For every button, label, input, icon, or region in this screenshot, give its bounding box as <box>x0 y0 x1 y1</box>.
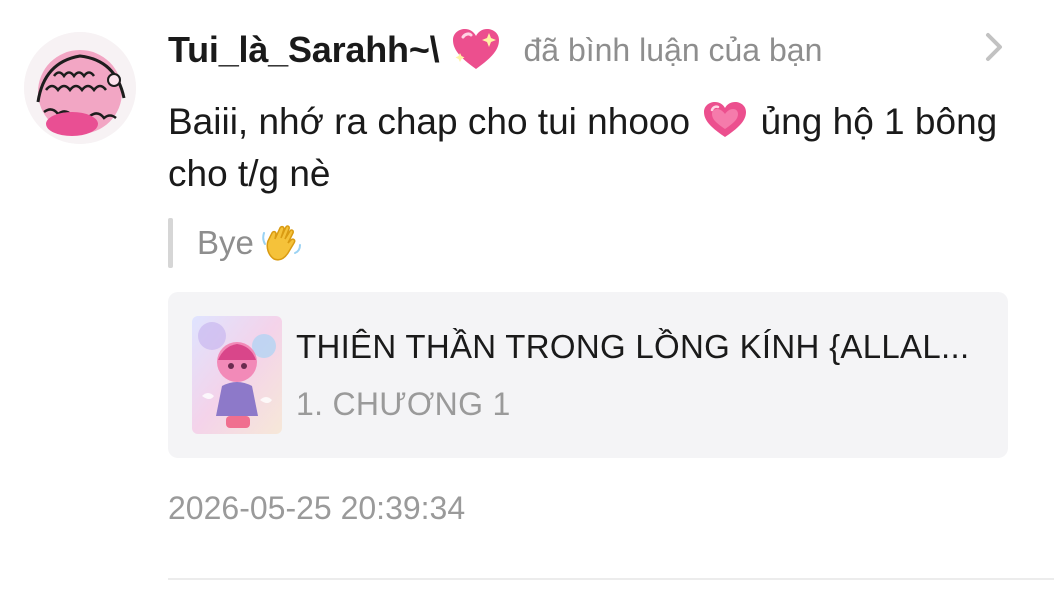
timestamp: 2026-05-25 20:39:34 <box>168 490 466 526</box>
divider <box>168 578 1054 580</box>
sparkling-heart-icon <box>451 27 501 73</box>
action-text: đã bình luận của bạn <box>523 31 823 68</box>
chevron-right-icon[interactable] <box>980 30 1008 64</box>
quoted-comment: Bye <box>168 218 302 268</box>
quote-bar <box>168 218 173 268</box>
notification-header: Tui_là_Sarahh~\ đã bình luận của bạn <box>168 22 822 78</box>
comment-text: Baiii, nhớ ra chap cho tui nhooo ủng hộ … <box>168 96 998 200</box>
growing-heart-icon <box>702 100 748 140</box>
story-card[interactable]: THIÊN THẦN TRONG LỒNG KÍNH {ALLAL... 1. … <box>168 292 1008 458</box>
story-title: THIÊN THẦN TRONG LỒNG KÍNH {ALLAL... <box>296 328 970 365</box>
username[interactable]: Tui_là_Sarahh~\ <box>168 29 440 71</box>
story-chapter: 1. CHƯƠNG 1 <box>296 386 511 422</box>
quoted-text: Bye <box>197 224 254 261</box>
waving-hand-icon <box>262 223 302 263</box>
avatar[interactable] <box>24 32 136 144</box>
comment-text-part1: Baiii, nhớ ra chap cho tui nhooo <box>168 101 691 142</box>
story-cover-image <box>192 316 282 434</box>
